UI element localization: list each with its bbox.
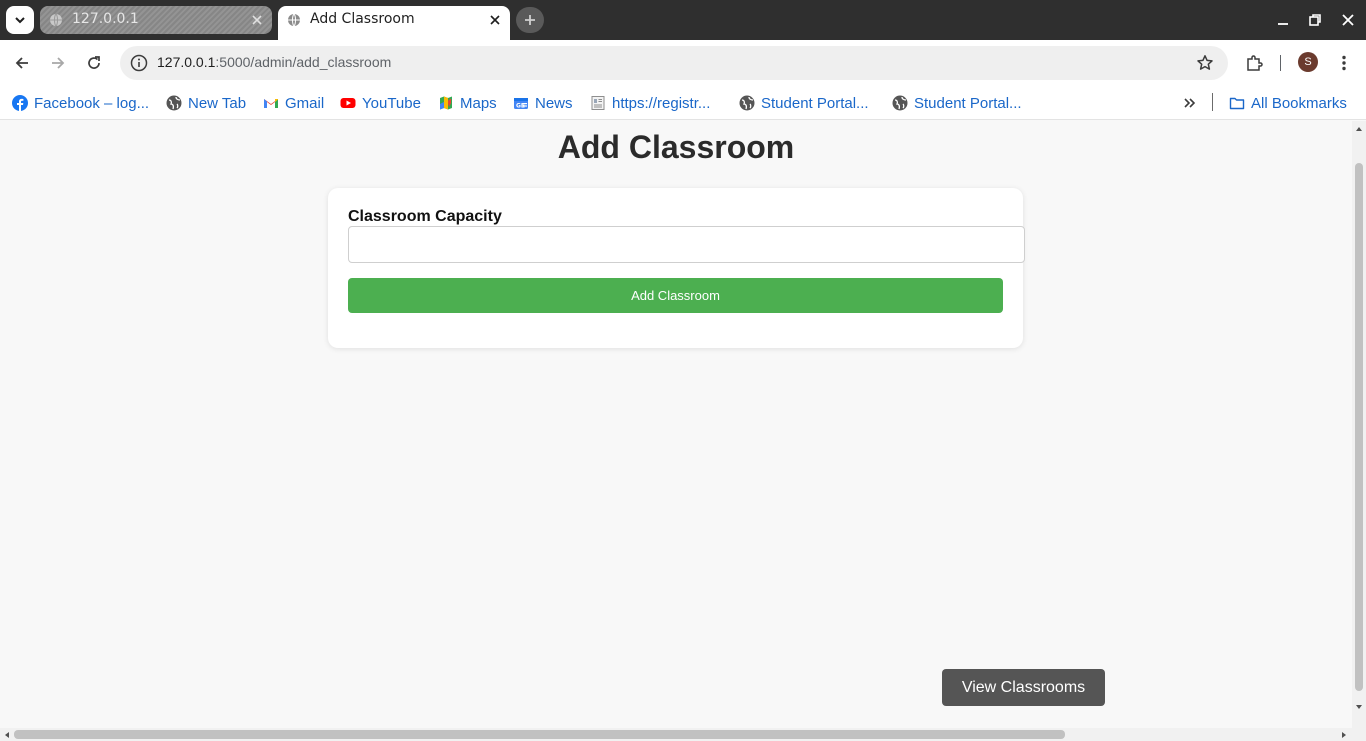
folder-icon: [1229, 97, 1245, 110]
scroll-down-arrow-icon[interactable]: [1355, 703, 1363, 711]
address-bar[interactable]: 127.0.0.1:5000/admin/add_classroom: [120, 46, 1228, 80]
horizontal-scrollbar[interactable]: [0, 728, 1352, 741]
scrollbar-corner: [1352, 728, 1366, 741]
add-classroom-form: Classroom Capacity Add Classroom: [328, 188, 1025, 348]
tab-strip: 127.0.0.1 Add Classroom: [0, 0, 1366, 40]
bookmark-facebook[interactable]: Facebook – log...: [12, 92, 149, 114]
bookmarks-divider: [1212, 93, 1213, 111]
gmail-icon: [264, 99, 278, 108]
news-icon: GE: [514, 98, 528, 110]
bookmark-label: New Tab: [188, 94, 247, 112]
url-path: :5000/admin/add_classroom: [215, 54, 392, 70]
youtube-icon: [340, 98, 356, 108]
arrow-left-icon: [15, 57, 28, 69]
scroll-left-arrow-icon[interactable]: [3, 731, 11, 739]
browser-toolbar: 127.0.0.1:5000/admin/add_classroom S: [0, 40, 1366, 86]
bookmark-gmail[interactable]: Gmail: [263, 92, 324, 114]
close-window-icon[interactable]: [1340, 12, 1356, 28]
restore-icon[interactable]: [1307, 12, 1323, 28]
bookmark-label: All Bookmarks: [1251, 94, 1347, 112]
toolbar-divider: [1280, 55, 1281, 71]
forward-button[interactable]: [48, 53, 68, 73]
bookmark-label: Facebook – log...: [34, 94, 150, 112]
arrow-right-icon: [52, 57, 65, 69]
tab-127-0-0-1[interactable]: 127.0.0.1: [40, 6, 272, 34]
classroom-capacity-input[interactable]: [348, 226, 1025, 263]
back-button[interactable]: [12, 53, 32, 73]
classroom-capacity-label: Classroom Capacity: [348, 208, 502, 225]
star-icon[interactable]: [1196, 54, 1214, 72]
close-icon[interactable]: [250, 13, 264, 27]
bookmarks-overflow-button[interactable]: [1182, 92, 1198, 114]
tab-title: Add Classroom: [310, 11, 415, 27]
bookmark-label: Maps: [460, 94, 497, 112]
bookmark-label: News: [535, 94, 573, 112]
view-classrooms-button[interactable]: View Classrooms: [942, 669, 1105, 706]
horizontal-scrollbar-thumb[interactable]: [14, 730, 1065, 739]
vertical-scrollbar-thumb[interactable]: [1355, 163, 1363, 691]
extensions-button[interactable]: [1244, 53, 1264, 73]
scroll-up-arrow-icon[interactable]: [1355, 125, 1363, 133]
bookmark-maps[interactable]: Maps: [438, 92, 497, 114]
profile-avatar[interactable]: S: [1298, 52, 1318, 72]
tab-add-classroom[interactable]: Add Classroom: [278, 6, 510, 40]
close-icon[interactable]: [488, 13, 502, 27]
add-classroom-button[interactable]: Add Classroom: [348, 278, 1003, 313]
facebook-icon: [12, 95, 28, 111]
bookmark-news[interactable]: GE News: [513, 92, 573, 114]
bookmark-registr[interactable]: https://registr...: [590, 92, 710, 114]
page-viewport: Add Classroom Classroom Capacity Add Cla…: [0, 121, 1352, 728]
globe-icon: [892, 95, 908, 111]
bookmark-youtube[interactable]: YouTube: [340, 92, 421, 114]
scroll-right-arrow-icon[interactable]: [1340, 731, 1348, 739]
menu-button[interactable]: [1334, 53, 1354, 73]
info-icon[interactable]: [130, 54, 148, 72]
double-chevron-right-icon: [1184, 98, 1196, 108]
kebab-menu-icon: [1342, 55, 1346, 71]
globe-icon: [166, 95, 182, 111]
minimize-icon[interactable]: [1275, 12, 1291, 28]
plus-icon: [525, 15, 535, 25]
bookmark-label: Gmail: [285, 94, 325, 112]
bookmark-new-tab[interactable]: New Tab: [166, 92, 246, 114]
globe-icon: [288, 13, 300, 27]
globe-icon: [739, 95, 755, 111]
bookmarks-bar: Facebook – log... New Tab Gmail YouTube …: [0, 86, 1366, 120]
maps-icon: [440, 96, 452, 110]
tab-title: 127.0.0.1: [72, 11, 139, 27]
all-bookmarks-button[interactable]: All Bookmarks: [1229, 92, 1347, 114]
puzzle-icon: [1247, 55, 1263, 71]
tab-search-button[interactable]: [6, 6, 34, 34]
reload-icon: [88, 56, 100, 69]
bookmark-label: https://registr...: [612, 94, 711, 112]
bookmark-student-portal-1[interactable]: Student Portal...: [739, 92, 869, 114]
reload-button[interactable]: [84, 53, 104, 73]
bookmark-label: Student Portal...: [761, 94, 869, 112]
bookmark-label: YouTube: [362, 94, 421, 112]
bookmark-label: Student Portal...: [914, 94, 1022, 112]
document-icon: [591, 96, 605, 110]
url-text[interactable]: 127.0.0.1:5000/admin/add_classroom: [157, 54, 391, 70]
new-tab-button[interactable]: [516, 7, 544, 33]
chevron-down-icon: [15, 17, 25, 24]
url-host: 127.0.0.1: [157, 54, 216, 70]
globe-icon: [50, 13, 62, 27]
page-title: Add Classroom: [557, 129, 795, 165]
bookmark-student-portal-2[interactable]: Student Portal...: [892, 92, 1022, 114]
vertical-scrollbar[interactable]: [1352, 121, 1366, 728]
